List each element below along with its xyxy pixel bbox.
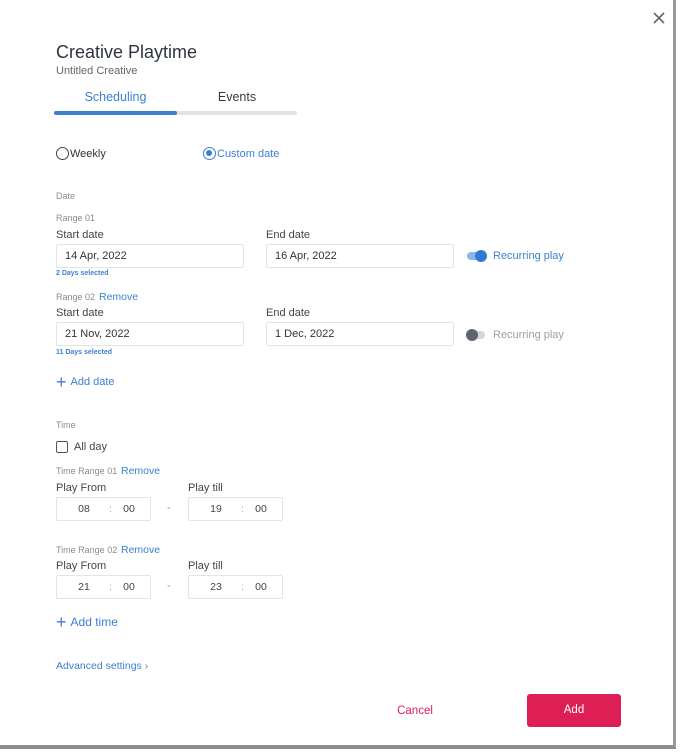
chevron-right-icon: › [144, 660, 149, 672]
range-01-label: Range 01 [56, 213, 96, 223]
radio-custom-date-label: Custom date [217, 147, 280, 160]
from-hour[interactable]: 08 [57, 503, 109, 515]
time-range-01-till-label: Play till [188, 482, 223, 494]
till-hour[interactable]: 23 [189, 581, 241, 593]
checkbox-unchecked-icon [56, 441, 68, 453]
time-range-dash: - [167, 580, 171, 592]
range-02-start-label: Start date [56, 307, 104, 319]
range-02-start-date-input[interactable]: 21 Nov, 2022 [56, 322, 244, 346]
creative-playtime-dialog: Creative Playtime Untitled Creative Sche… [0, 0, 676, 749]
from-minute[interactable]: 00 [109, 503, 149, 515]
from-minute[interactable]: 00 [109, 581, 149, 593]
till-minute[interactable]: 00 [241, 503, 281, 515]
from-hour[interactable]: 21 [57, 581, 109, 593]
time-range-01-from-input[interactable]: 08 : 00 [56, 497, 151, 521]
time-range-02-remove-link[interactable]: Remove [121, 544, 160, 556]
time-range-02-label: Time Range 02 [56, 545, 118, 555]
toggle-knob [475, 250, 487, 262]
range-01-start-label: Start date [56, 229, 104, 241]
toggle-knob [466, 329, 478, 341]
range-02-recurring-toggle[interactable]: Recurring play [466, 329, 564, 341]
range-01-recurring-toggle[interactable]: Recurring play [467, 250, 564, 262]
all-day-checkbox[interactable]: All day [56, 441, 107, 453]
radio-weekly-label: Weekly [70, 147, 106, 160]
radio-checked-icon [203, 147, 216, 160]
radio-custom-date[interactable]: Custom date [203, 147, 279, 160]
till-minute[interactable]: 00 [241, 581, 281, 593]
range-02-label: Range 02 [56, 292, 96, 302]
time-range-02-till-input[interactable]: 23 : 00 [188, 575, 283, 599]
range-01-recurring-label: Recurring play [493, 250, 564, 262]
close-button[interactable] [650, 9, 668, 27]
range-01-days-selected: 2 Days selected [56, 270, 109, 277]
add-date-label: Add date [70, 376, 115, 388]
range-02-end-label: End date [266, 307, 311, 319]
add-time-label: Add time [70, 615, 118, 629]
toggle-track [466, 329, 485, 341]
time-section-label: Time [56, 420, 76, 430]
time-range-02-from-label: Play From [56, 560, 107, 572]
date-section-label: Date [56, 191, 76, 201]
time-range-01-till-input[interactable]: 19 : 00 [188, 497, 283, 521]
close-icon [653, 12, 665, 24]
range-01-end-label: End date [266, 229, 311, 241]
range-02-remove-link[interactable]: Remove [99, 291, 138, 303]
tab-scheduling[interactable]: Scheduling [54, 90, 177, 112]
range-02-days-selected: 11 Days selected [56, 349, 113, 356]
tab-active-indicator [54, 111, 177, 115]
add-date-button[interactable]: + Add date [56, 372, 115, 392]
time-range-01-from-label: Play From [56, 482, 107, 494]
toggle-track [467, 250, 487, 262]
add-button[interactable]: Add [527, 694, 621, 727]
dialog-subtitle: Untitled Creative [56, 65, 138, 77]
till-hour[interactable]: 19 [189, 503, 241, 515]
plus-icon: + [56, 612, 67, 632]
all-day-label: All day [74, 441, 108, 453]
radio-weekly[interactable]: Weekly [56, 147, 106, 160]
time-range-02-till-label: Play till [188, 560, 223, 572]
advanced-settings-label: Advanced settings [56, 660, 142, 672]
time-range-01-label: Time Range 01 [56, 466, 118, 476]
time-range-01-remove-link[interactable]: Remove [121, 465, 160, 477]
range-02-end-date-input[interactable]: 1 Dec, 2022 [266, 322, 454, 346]
tab-bar: Scheduling Events [54, 90, 297, 116]
tab-events[interactable]: Events [177, 90, 297, 112]
plus-icon: + [56, 372, 67, 392]
time-range-dash: - [167, 502, 171, 514]
range-02-recurring-label: Recurring play [493, 329, 564, 341]
time-range-02-from-input[interactable]: 21 : 00 [56, 575, 151, 599]
range-01-start-date-input[interactable]: 14 Apr, 2022 [56, 244, 244, 268]
range-01-end-date-input[interactable]: 16 Apr, 2022 [266, 244, 454, 268]
dialog-title: Creative Playtime [56, 42, 198, 62]
cancel-button[interactable]: Cancel [378, 698, 452, 724]
add-time-button[interactable]: + Add time [56, 612, 118, 632]
radio-unchecked-icon [56, 147, 69, 160]
advanced-settings-link[interactable]: Advanced settings › [56, 660, 148, 672]
